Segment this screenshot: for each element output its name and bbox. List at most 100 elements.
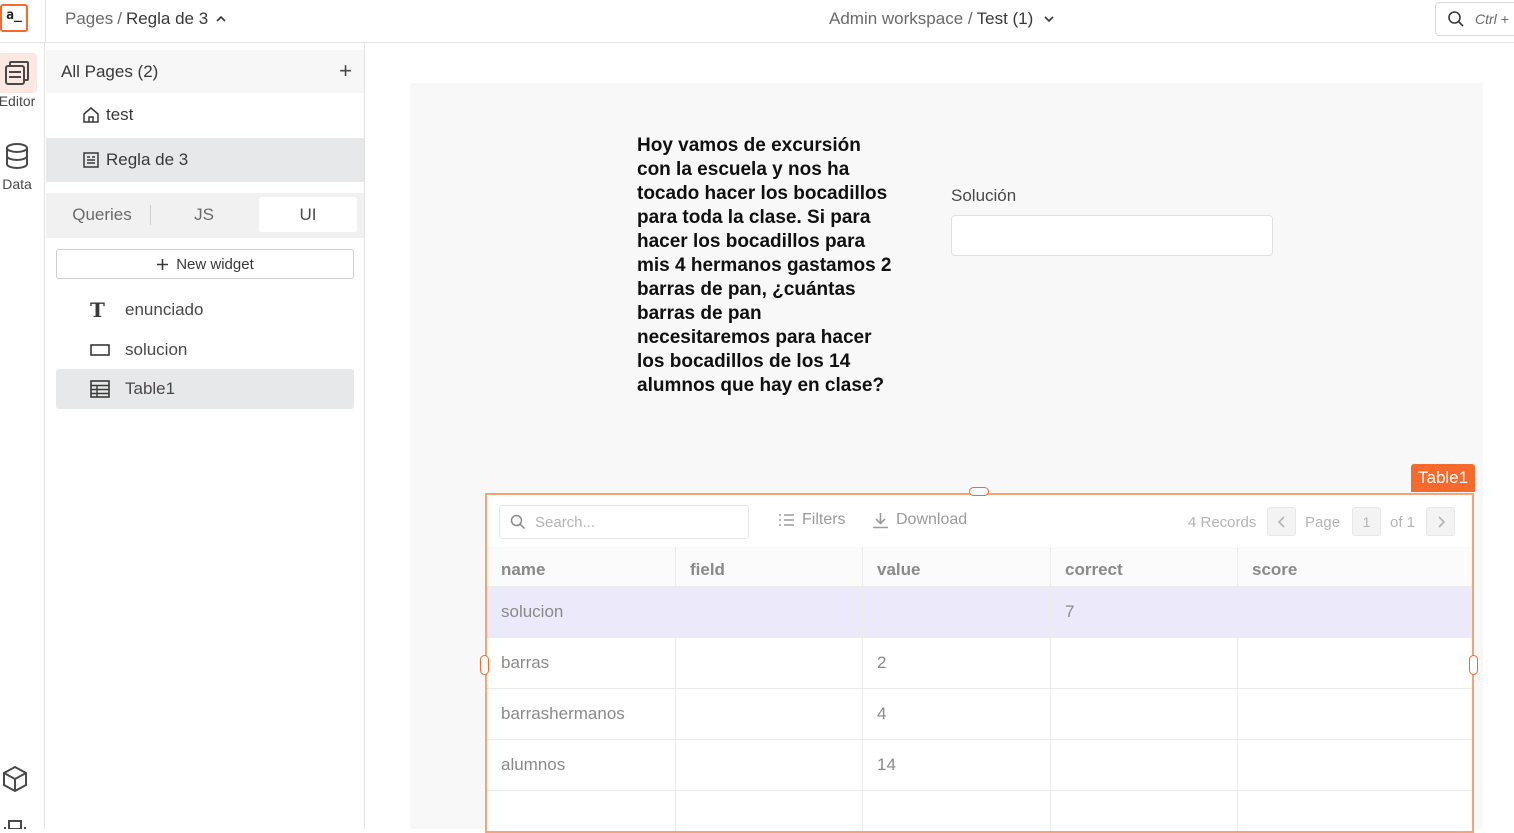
- chevron-right-icon: [1437, 515, 1445, 528]
- table-cell[interactable]: 14: [863, 740, 1051, 790]
- table-cell: [863, 791, 1051, 831]
- widget-item-label: solucion: [125, 340, 188, 359]
- chevron-down-icon: [1044, 16, 1054, 23]
- top-bar: a_ Pages / Regla de 3 Admin workspace / …: [0, 0, 1514, 43]
- next-page-button[interactable]: [1426, 507, 1455, 536]
- breadcrumb-root[interactable]: Pages: [65, 9, 113, 29]
- table-cell[interactable]: 7: [1051, 587, 1238, 637]
- text-widget-icon: T: [90, 298, 105, 322]
- table-cell[interactable]: [863, 587, 1051, 637]
- left-icon-rail: Editor Data: [0, 43, 45, 829]
- table-cell[interactable]: [1238, 638, 1472, 688]
- column-header[interactable]: field: [676, 547, 863, 586]
- table-cell[interactable]: [1051, 740, 1238, 790]
- divider: [45, 0, 46, 43]
- settings-icon[interactable]: [0, 817, 30, 829]
- appsmith-logo[interactable]: a_: [0, 4, 28, 32]
- tab-queries[interactable]: Queries: [56, 197, 148, 232]
- table-row[interactable]: barras 2: [487, 638, 1472, 689]
- table-widget[interactable]: Search... Filters Download 4 Records Pag…: [485, 493, 1474, 833]
- table-cell: [676, 791, 863, 831]
- explorer-tabs: Queries JS UI: [46, 193, 364, 238]
- resize-handle-left[interactable]: [480, 655, 489, 675]
- solution-label: Solución: [951, 186, 1017, 205]
- omnibar-search[interactable]: Ctrl +: [1435, 2, 1514, 36]
- rail-data[interactable]: Data: [0, 136, 40, 192]
- page-item-test[interactable]: test: [46, 93, 364, 137]
- search-icon: [1448, 11, 1464, 27]
- previous-page-button[interactable]: [1267, 507, 1296, 536]
- page-item-label: Regla de 3: [106, 150, 189, 169]
- table-cell[interactable]: 4: [863, 689, 1051, 739]
- table-cell[interactable]: [676, 638, 863, 688]
- tab-ui[interactable]: UI: [259, 197, 357, 232]
- filters-button[interactable]: Filters: [778, 511, 846, 529]
- table-cell[interactable]: [1238, 587, 1472, 637]
- tab-js[interactable]: JS: [154, 197, 254, 232]
- table-row[interactable]: barrashermanos 4: [487, 689, 1472, 740]
- resize-handle-right[interactable]: [1469, 655, 1478, 675]
- workspace-app-selector[interactable]: Admin workspace / Test (1): [829, 9, 1055, 29]
- download-button[interactable]: Download: [872, 511, 967, 529]
- table-cell[interactable]: barrashermanos: [487, 689, 676, 739]
- download-label: Download: [896, 511, 968, 528]
- tab-separator: [150, 205, 151, 225]
- table-row[interactable]: alumnos 14: [487, 740, 1472, 791]
- input-widget-icon: [90, 330, 110, 370]
- page-number-input[interactable]: 1: [1352, 507, 1381, 536]
- table-search-input[interactable]: Search...: [499, 505, 749, 539]
- page-icon: [83, 152, 99, 168]
- table-widget-icon: [90, 369, 110, 409]
- chevron-up-icon[interactable]: [215, 13, 227, 25]
- explorer-panel: All Pages (2) + test Regla de 3 Queries …: [46, 43, 365, 829]
- breadcrumb: Pages / Regla de 3: [65, 9, 227, 29]
- add-page-icon[interactable]: +: [339, 58, 352, 84]
- table-cell: [1238, 791, 1472, 831]
- widget-item-table1[interactable]: Table1: [56, 369, 354, 409]
- table-cell[interactable]: [1051, 689, 1238, 739]
- column-header[interactable]: score: [1238, 547, 1472, 586]
- widget-name-tag[interactable]: Table1: [1411, 464, 1476, 492]
- enunciado-text-widget[interactable]: Hoy vamos de excursión con la escuela y …: [637, 134, 897, 398]
- solution-input[interactable]: [951, 215, 1273, 256]
- table-cell[interactable]: [1238, 740, 1472, 790]
- search-shortcut: Ctrl +: [1475, 11, 1509, 27]
- table-cell[interactable]: [676, 587, 863, 637]
- table-row-empty: [487, 791, 1472, 831]
- table-cell[interactable]: [1051, 638, 1238, 688]
- table-toolbar: Search... Filters Download 4 Records Pag…: [487, 495, 1472, 547]
- pages-header[interactable]: All Pages (2) +: [46, 50, 364, 93]
- page-item-label: test: [106, 105, 134, 124]
- packages-icon[interactable]: [0, 764, 30, 794]
- download-icon: [873, 512, 888, 528]
- home-icon: [83, 107, 99, 123]
- table-cell[interactable]: alumnos: [487, 740, 676, 790]
- rail-editor[interactable]: Editor: [0, 53, 40, 109]
- new-widget-label: New widget: [176, 255, 254, 273]
- new-widget-button[interactable]: New widget: [56, 249, 354, 279]
- app-name: Test (1): [976, 9, 1034, 28]
- column-header[interactable]: value: [863, 547, 1051, 586]
- widget-item-label: enunciado: [125, 300, 204, 319]
- table-row[interactable]: solucion 7: [487, 587, 1472, 638]
- table-cell[interactable]: 2: [863, 638, 1051, 688]
- breadcrumb-current-page[interactable]: Regla de 3: [126, 9, 208, 29]
- table-cell[interactable]: solucion: [487, 587, 676, 637]
- widget-item-label: Table1: [125, 379, 176, 398]
- widget-item-solucion[interactable]: solucion: [56, 330, 354, 370]
- table-cell[interactable]: barras: [487, 638, 676, 688]
- table-cell[interactable]: [1238, 689, 1472, 739]
- table-cell: [1051, 791, 1238, 831]
- editor-icon: [0, 53, 37, 93]
- resize-handle-top[interactable]: [969, 487, 989, 496]
- column-header[interactable]: name: [487, 547, 676, 586]
- table-search-placeholder: Search...: [535, 513, 596, 531]
- table-header-row: name field value correct score: [487, 547, 1472, 587]
- table-cell[interactable]: [676, 740, 863, 790]
- page-item-regla-de-3[interactable]: Regla de 3: [46, 138, 364, 182]
- table-cell: [487, 791, 676, 831]
- table-cell[interactable]: [676, 689, 863, 739]
- widget-item-enunciado[interactable]: T enunciado: [56, 290, 354, 330]
- column-header[interactable]: correct: [1051, 547, 1238, 586]
- records-count: 4 Records: [1188, 514, 1257, 531]
